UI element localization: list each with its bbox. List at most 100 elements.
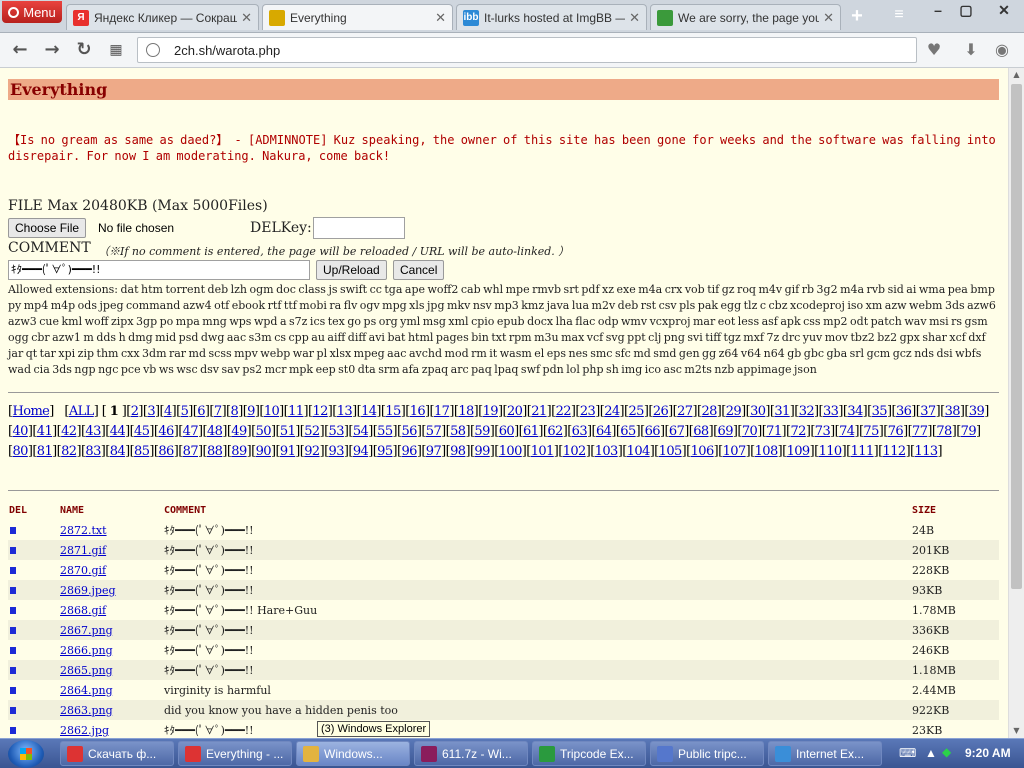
all-link[interactable]: ALL bbox=[69, 404, 94, 419]
comment-input[interactable]: ｷﾀ━━━(ﾟ∀ﾟ)━━━!! bbox=[8, 260, 310, 280]
browser-tab[interactable]: ibb It-lurks hosted at ImgBB — ✕ bbox=[456, 4, 647, 30]
page-link[interactable]: 102 bbox=[563, 444, 587, 459]
page-link[interactable]: 68 bbox=[693, 424, 709, 439]
start-button[interactable] bbox=[8, 740, 44, 768]
delete-marker-icon[interactable] bbox=[10, 666, 16, 674]
scroll-down-icon[interactable]: ▼ bbox=[1009, 724, 1024, 738]
page-link[interactable]: 109 bbox=[787, 444, 811, 459]
tray-expand-icon[interactable]: ▲ bbox=[925, 746, 937, 760]
download-icon[interactable]: ⬇ bbox=[961, 40, 981, 60]
delete-marker-icon[interactable] bbox=[10, 706, 16, 714]
page-link[interactable]: 22 bbox=[556, 404, 572, 419]
page-link[interactable]: 25 bbox=[629, 404, 645, 419]
page-link[interactable]: 30 bbox=[750, 404, 766, 419]
page-link[interactable]: 94 bbox=[353, 444, 369, 459]
vertical-scrollbar[interactable]: ▲ ▼ bbox=[1008, 68, 1024, 738]
page-link[interactable]: 47 bbox=[183, 424, 199, 439]
page-link[interactable]: 18 bbox=[458, 404, 474, 419]
page-link[interactable]: 13 bbox=[337, 404, 353, 419]
page-link[interactable]: 15 bbox=[385, 404, 401, 419]
page-link[interactable]: 91 bbox=[280, 444, 296, 459]
page-link[interactable]: 28 bbox=[701, 404, 717, 419]
file-link[interactable]: 2869.jpeg bbox=[59, 580, 163, 600]
page-link[interactable]: 98 bbox=[450, 444, 466, 459]
taskbar-button[interactable]: Скачать ф... bbox=[60, 741, 174, 766]
page-link[interactable]: 105 bbox=[659, 444, 683, 459]
file-link[interactable]: 2863.png bbox=[59, 700, 163, 720]
page-link[interactable]: 49 bbox=[231, 424, 247, 439]
page-link[interactable]: 7 bbox=[214, 404, 222, 419]
file-link[interactable]: 2865.png bbox=[59, 660, 163, 680]
taskbar-button[interactable]: Public tripc... bbox=[650, 741, 764, 766]
page-link[interactable]: 87 bbox=[183, 444, 199, 459]
page-link[interactable]: 72 bbox=[790, 424, 806, 439]
page-link[interactable]: 90 bbox=[256, 444, 272, 459]
page-link[interactable]: 78 bbox=[936, 424, 952, 439]
page-link[interactable]: 44 bbox=[110, 424, 126, 439]
page-link[interactable]: 64 bbox=[596, 424, 612, 439]
page-link[interactable]: 23 bbox=[580, 404, 596, 419]
cancel-button[interactable]: Cancel bbox=[393, 260, 445, 280]
page-link[interactable]: 112 bbox=[883, 444, 907, 459]
page-link[interactable]: 2 bbox=[131, 404, 139, 419]
page-link[interactable]: 4 bbox=[164, 404, 172, 419]
page-link[interactable]: 88 bbox=[207, 444, 223, 459]
page-link[interactable]: 5 bbox=[181, 404, 189, 419]
close-window-button[interactable]: ✕ bbox=[985, 0, 1023, 20]
delete-marker-icon[interactable] bbox=[10, 686, 16, 694]
page-link[interactable]: 36 bbox=[896, 404, 912, 419]
page-link[interactable]: 32 bbox=[799, 404, 815, 419]
delete-marker-icon[interactable] bbox=[10, 606, 16, 614]
tab-menu-icon[interactable]: ≡ bbox=[888, 6, 910, 26]
page-link[interactable]: 29 bbox=[726, 404, 742, 419]
page-link[interactable]: 62 bbox=[547, 424, 563, 439]
page-link[interactable]: 20 bbox=[507, 404, 523, 419]
page-link[interactable]: 95 bbox=[377, 444, 393, 459]
page-link[interactable]: 74 bbox=[839, 424, 855, 439]
page-link[interactable]: 110 bbox=[819, 444, 843, 459]
page-link[interactable]: 69 bbox=[718, 424, 734, 439]
browser-tab[interactable]: Я Яндекс Кликер — Сокращ ✕ bbox=[66, 4, 259, 30]
page-link[interactable]: 50 bbox=[256, 424, 272, 439]
file-link[interactable]: 2866.png bbox=[59, 640, 163, 660]
home-link[interactable]: Home bbox=[12, 404, 49, 419]
delete-marker-icon[interactable] bbox=[10, 586, 16, 594]
page-link[interactable]: 35 bbox=[872, 404, 888, 419]
page-link[interactable]: 27 bbox=[677, 404, 693, 419]
reload-icon[interactable]: ↻ bbox=[72, 38, 96, 62]
page-link[interactable]: 45 bbox=[134, 424, 150, 439]
page-link[interactable]: 46 bbox=[158, 424, 174, 439]
file-link[interactable]: 2871.gif bbox=[59, 540, 163, 560]
page-link[interactable]: 52 bbox=[304, 424, 320, 439]
page-link[interactable]: 24 bbox=[604, 404, 620, 419]
taskbar-clock[interactable]: 9:20 AM bbox=[965, 746, 1011, 760]
page-link[interactable]: 60 bbox=[499, 424, 515, 439]
page-link[interactable]: 59 bbox=[474, 424, 490, 439]
page-link[interactable]: 42 bbox=[61, 424, 77, 439]
page-link[interactable]: 92 bbox=[304, 444, 320, 459]
page-link[interactable]: 99 bbox=[474, 444, 490, 459]
bookmark-heart-icon[interactable]: ♥ bbox=[924, 40, 944, 60]
page-link[interactable]: 39 bbox=[969, 404, 985, 419]
page-link[interactable]: 10 bbox=[264, 404, 280, 419]
page-link[interactable]: 76 bbox=[888, 424, 904, 439]
page-link[interactable]: 55 bbox=[377, 424, 393, 439]
minimize-button[interactable]: – bbox=[924, 0, 952, 20]
page-link[interactable]: 79 bbox=[961, 424, 977, 439]
page-link[interactable]: 8 bbox=[231, 404, 239, 419]
page-link[interactable]: 3 bbox=[147, 404, 155, 419]
close-tab-icon[interactable]: ✕ bbox=[629, 10, 640, 26]
page-link[interactable]: 48 bbox=[207, 424, 223, 439]
page-link[interactable]: 108 bbox=[755, 444, 779, 459]
delete-marker-icon[interactable] bbox=[10, 546, 16, 554]
page-link[interactable]: 71 bbox=[766, 424, 782, 439]
page-link[interactable]: 37 bbox=[920, 404, 936, 419]
page-link[interactable]: 107 bbox=[723, 444, 747, 459]
page-link[interactable]: 67 bbox=[669, 424, 685, 439]
page-link[interactable]: 83 bbox=[85, 444, 101, 459]
taskbar-button[interactable]: Everything - ... bbox=[178, 741, 292, 766]
page-link[interactable]: 51 bbox=[280, 424, 296, 439]
close-tab-icon[interactable]: ✕ bbox=[435, 10, 446, 26]
page-link[interactable]: 16 bbox=[410, 404, 426, 419]
taskbar-button[interactable]: 611.7z - Wi... bbox=[414, 741, 528, 766]
